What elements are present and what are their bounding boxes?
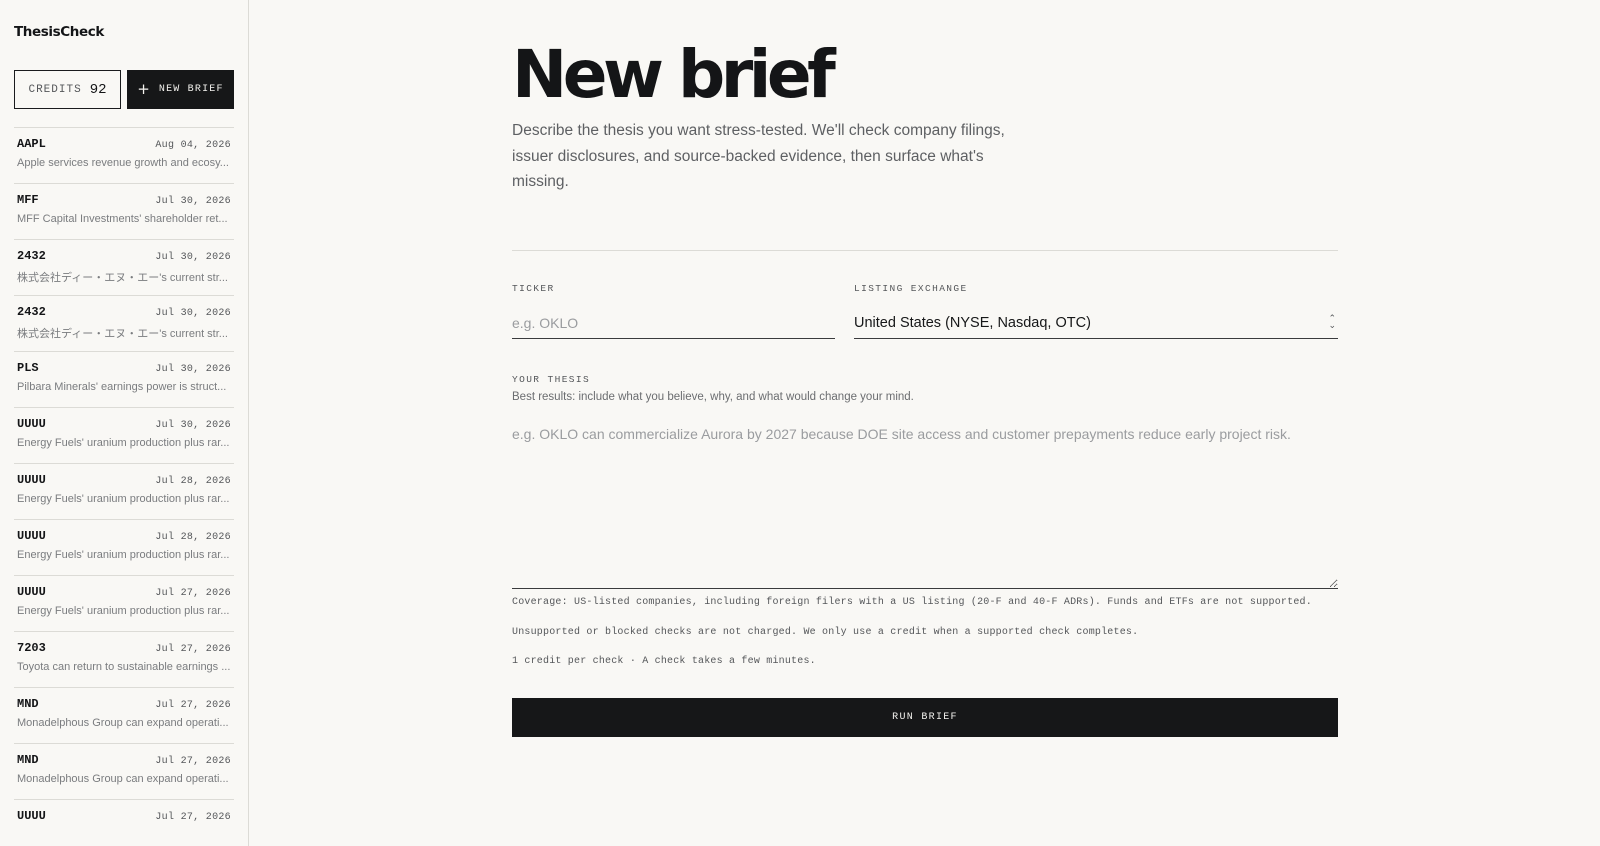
sidebar-controls: CREDITS 92 + NEW BRIEF (14, 70, 234, 109)
divider (512, 250, 1338, 251)
history-date: Jul 27, 2026 (155, 588, 231, 599)
plus-icon: + (137, 80, 150, 98)
history-item-header: UUUU Jul 28, 2026 (17, 529, 231, 543)
history-item-header: UUUU Jul 30, 2026 (17, 417, 231, 431)
history-item[interactable]: 7203 Jul 27, 2026 Toyota can return to sus… (14, 631, 234, 687)
history-date: Jul 30, 2026 (155, 308, 231, 319)
credits-label: CREDITS (28, 83, 82, 96)
history-item-header: MND Jul 27, 2026 (17, 753, 231, 767)
history-item[interactable]: UUUU Jul 27, 2026 (14, 799, 234, 846)
history-date: Jul 28, 2026 (155, 476, 231, 487)
ticker-input-wrapper (512, 307, 835, 339)
history-item[interactable]: MND Jul 27, 2026 Monadelphous Group can ex… (14, 687, 234, 743)
history-item[interactable]: 2432 Jul 30, 2026 株式会社ディー・エヌ・エー's current … (14, 239, 234, 295)
history-summary: Energy Fuels' uranium production plus ra… (17, 605, 230, 617)
ticker-field: TICKER (512, 283, 835, 339)
history-item[interactable]: 2432 Jul 30, 2026 株式会社ディー・エヌ・エー's current … (14, 295, 234, 351)
exchange-select[interactable]: United States (NYSE, Nasdaq, OTC) ⌃ ⌄ (854, 307, 1338, 339)
history-summary: Energy Fuels' uranium production plus ra… (17, 437, 230, 449)
history-date: Jul 27, 2026 (155, 812, 231, 823)
history-ticker: MND (17, 753, 39, 767)
history-summary: 株式会社ディー・エヌ・エー's current str... (17, 272, 228, 284)
brief-history-list: AAPL Aug 04, 2026 Apple services revenue g… (14, 127, 234, 846)
history-item[interactable]: MFF Jul 30, 2026 MFF Capital Investments' … (14, 183, 234, 239)
history-item-header: MFF Jul 30, 2026 (17, 193, 231, 207)
history-summary: Monadelphous Group can expand operati... (17, 773, 229, 785)
new-brief-label: NEW BRIEF (158, 84, 224, 95)
credits-value: 92 (89, 81, 107, 98)
thesis-field: YOUR THESIS Best results: include what y… (512, 374, 1338, 594)
exchange-field: LISTING EXCHANGE United States (NYSE, Na… (854, 283, 1338, 339)
history-item-header: UUUU Jul 27, 2026 (17, 809, 231, 823)
history-date: Jul 30, 2026 (155, 196, 231, 207)
run-brief-button[interactable]: RUN BRIEF (512, 698, 1338, 737)
history-summary: Energy Fuels' uranium production plus ra… (17, 493, 230, 505)
history-date: Jul 28, 2026 (155, 532, 231, 543)
history-item[interactable]: AAPL Aug 04, 2026 Apple services revenue g… (14, 127, 234, 183)
history-item-header: UUUU Jul 27, 2026 (17, 585, 231, 599)
page-description: Describe the thesis you want stress-test… (512, 122, 1005, 190)
history-summary: Energy Fuels' uranium production plus ra… (17, 549, 230, 561)
history-item[interactable]: UUUU Jul 30, 2026 Energy Fuels' uranium pr… (14, 407, 234, 463)
main-panel: New brief Describe the thesis you want s… (249, 0, 1600, 846)
chevron-updown-icon: ⌃ ⌄ (1328, 313, 1336, 331)
ticker-label: TICKER (512, 283, 555, 294)
billing-note: Unsupported or blocked checks are not ch… (512, 626, 1139, 638)
history-ticker: UUUU (17, 529, 46, 543)
history-summary: Monadelphous Group can expand operati... (17, 717, 229, 729)
history-ticker: MFF (17, 193, 39, 207)
cost-note: 1 credit per check · A check takes a few… (512, 656, 816, 667)
history-date: Jul 30, 2026 (155, 420, 231, 431)
thesis-label: YOUR THESIS (512, 374, 591, 385)
history-item-header: 7203 Jul 27, 2026 (17, 641, 231, 655)
exchange-selected-value: United States (NYSE, Nasdaq, OTC) (854, 314, 1091, 331)
history-item-header: 2432 Jul 30, 2026 (17, 249, 231, 263)
history-ticker: UUUU (17, 417, 46, 431)
history-ticker: 2432 (17, 305, 46, 319)
history-summary: Pilbara Minerals' earnings power is stru… (17, 381, 227, 393)
history-ticker: UUUU (17, 585, 46, 599)
ticker-input[interactable] (512, 314, 835, 331)
history-ticker: MND (17, 697, 39, 711)
brand-logo[interactable]: ThesisCheck (14, 24, 104, 40)
coverage-notes: Coverage: US-listed companies, including… (512, 597, 1338, 686)
history-item[interactable]: UUUU Jul 27, 2026 Energy Fuels' uranium pr… (14, 575, 234, 631)
history-item[interactable]: UUUU Jul 28, 2026 Energy Fuels' uranium pr… (14, 519, 234, 575)
history-item-header: PLS Jul 30, 2026 (17, 361, 231, 375)
thesis-helper-text: Best results: include what you believe, … (512, 391, 914, 403)
history-summary: MFF Capital Investments' shareholder ret… (17, 213, 228, 225)
sidebar: ThesisCheck CREDITS 92 + NEW BRIEF AAPL A… (0, 0, 249, 846)
history-item[interactable]: PLS Jul 30, 2026 Pilbara Minerals' earning… (14, 351, 234, 407)
history-summary: Apple services revenue growth and ecosy.… (17, 157, 229, 169)
history-date: Jul 27, 2026 (155, 700, 231, 711)
history-summary: Toyota can return to sustainable earning… (17, 661, 231, 673)
history-item-header: UUUU Jul 28, 2026 (17, 473, 231, 487)
history-item-header: AAPL Aug 04, 2026 (17, 137, 231, 151)
history-date: Jul 30, 2026 (155, 252, 231, 263)
history-ticker: AAPL (17, 137, 46, 151)
history-date: Jul 30, 2026 (155, 364, 231, 375)
thesis-textarea[interactable] (512, 414, 1338, 589)
page-title: New brief (512, 36, 836, 113)
history-ticker: 7203 (17, 641, 46, 655)
history-ticker: 2432 (17, 249, 46, 263)
new-brief-button[interactable]: + NEW BRIEF (127, 70, 234, 109)
history-item[interactable]: MND Jul 27, 2026 Monadelphous Group can ex… (14, 743, 234, 799)
coverage-note: Coverage: US-listed companies, including… (512, 597, 1312, 608)
history-ticker: PLS (17, 361, 39, 375)
history-date: Aug 04, 2026 (155, 140, 231, 151)
history-item-header: MND Jul 27, 2026 (17, 697, 231, 711)
app-root: ThesisCheck CREDITS 92 + NEW BRIEF AAPL A… (0, 0, 1600, 846)
history-item[interactable]: UUUU Jul 28, 2026 Energy Fuels' uranium pr… (14, 463, 234, 519)
history-date: Jul 27, 2026 (155, 756, 231, 767)
credits-display: CREDITS 92 (14, 70, 121, 109)
history-ticker: UUUU (17, 473, 46, 487)
history-ticker: UUUU (17, 809, 46, 823)
history-date: Jul 27, 2026 (155, 644, 231, 655)
history-item-header: 2432 Jul 30, 2026 (17, 305, 231, 319)
exchange-label: LISTING EXCHANGE (854, 283, 968, 294)
history-summary: 株式会社ディー・エヌ・エー's current str... (17, 328, 228, 340)
